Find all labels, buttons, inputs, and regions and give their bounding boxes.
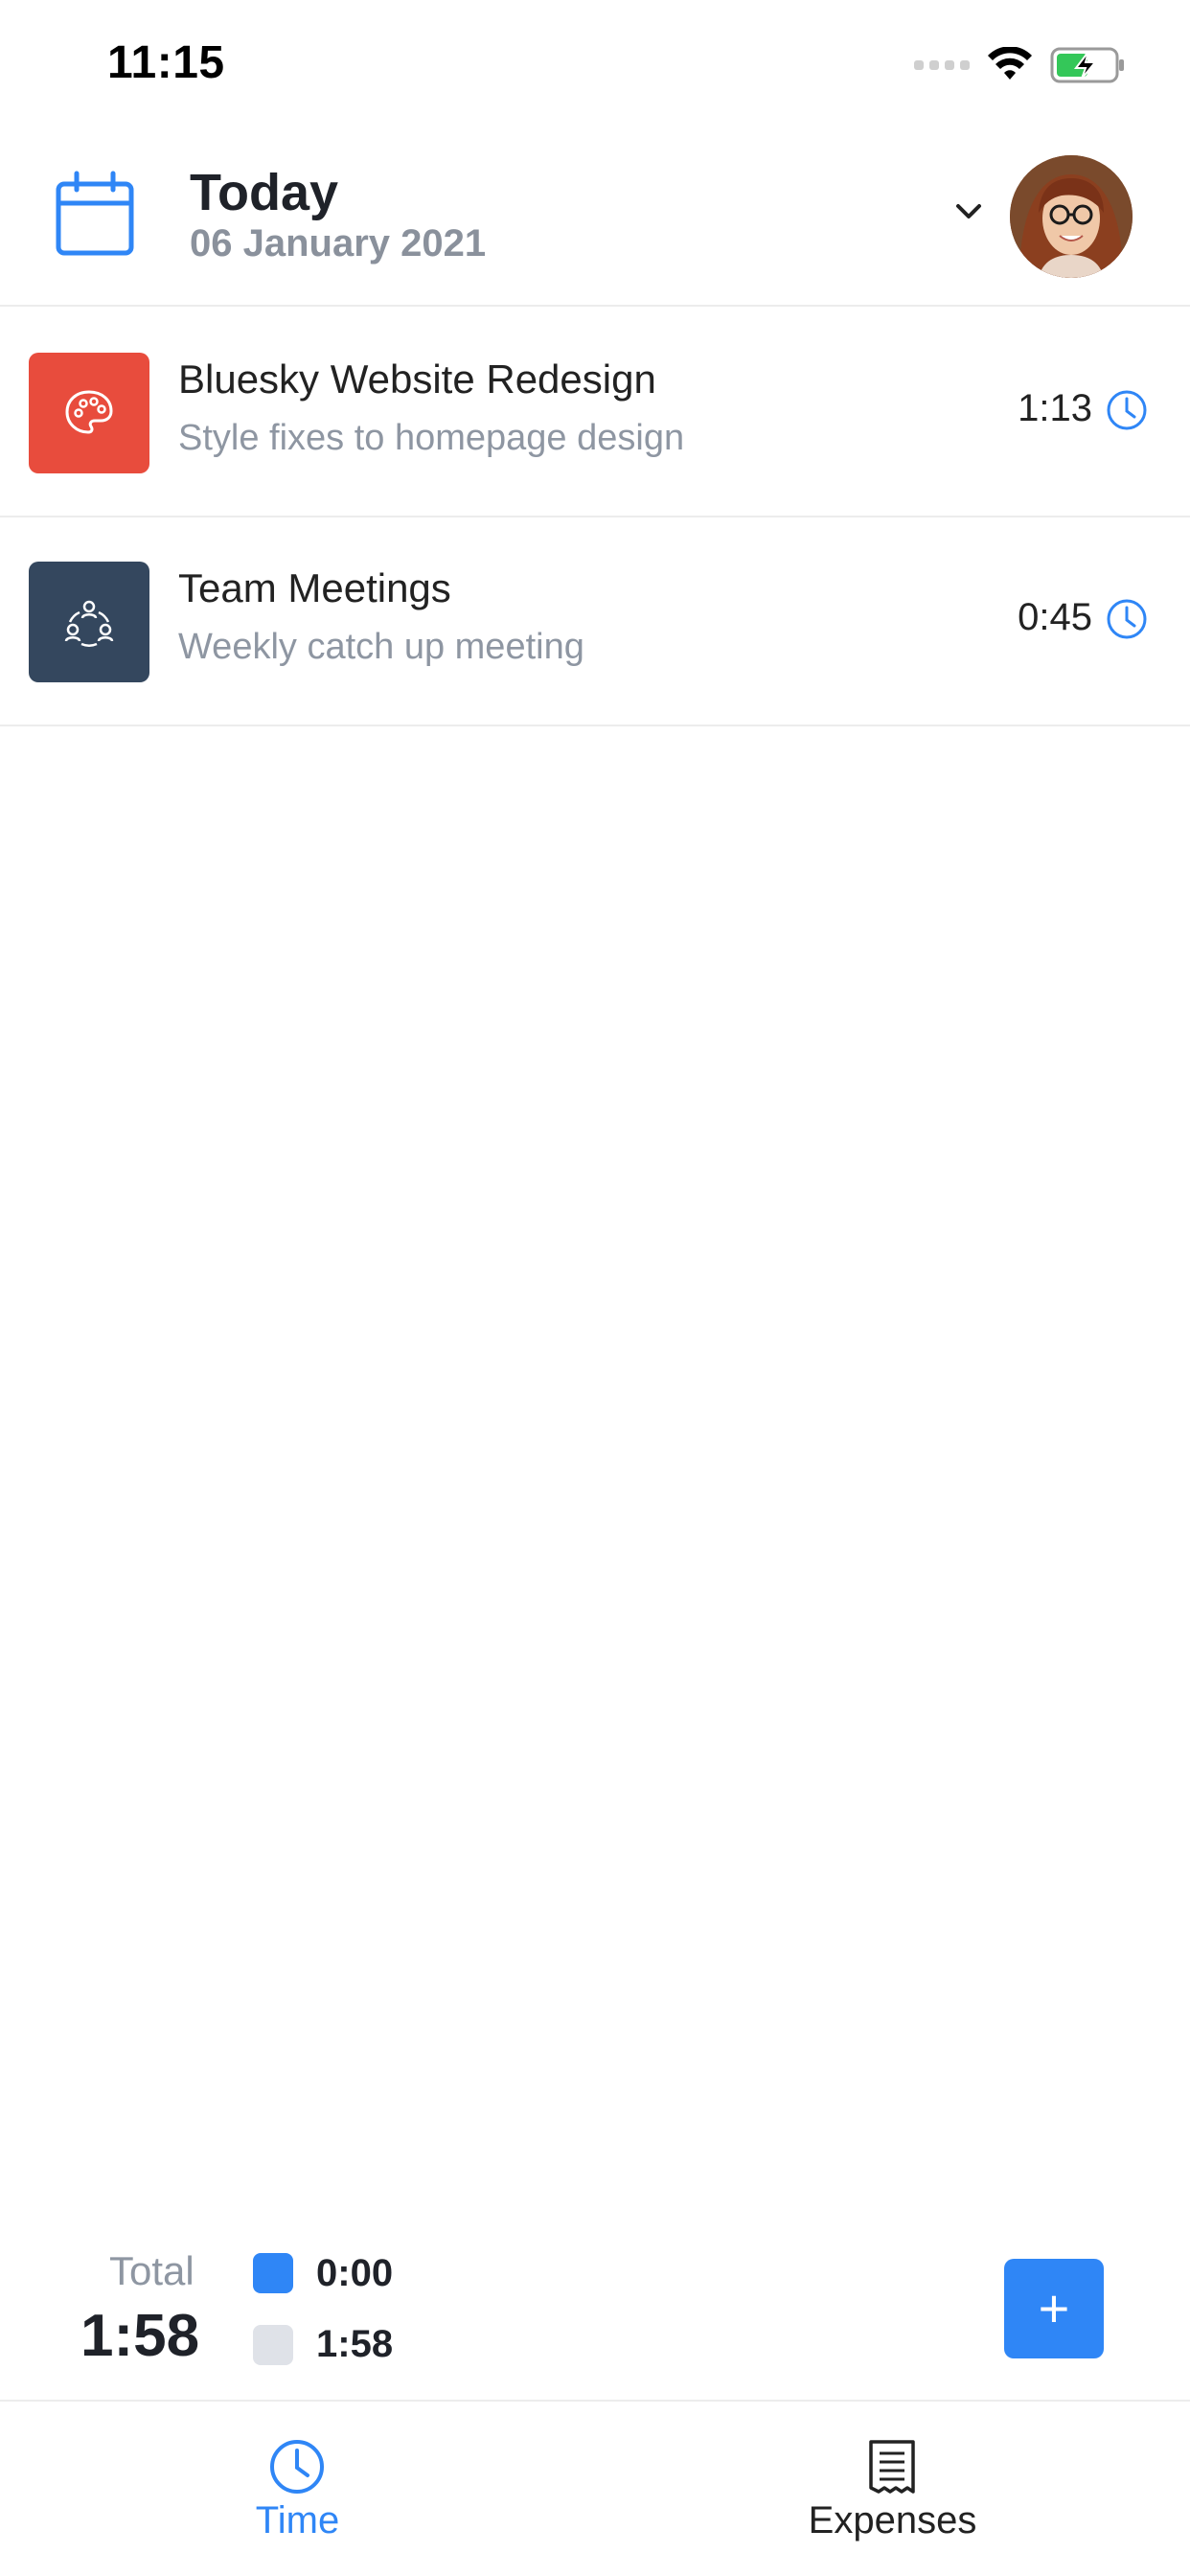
total-label: Total <box>109 2248 195 2293</box>
entry-duration: 0:45 <box>1018 596 1092 638</box>
status-time: 11:15 <box>107 37 225 88</box>
tab-label: Time <box>255 2499 340 2542</box>
entry-title: Team Meetings <box>178 565 451 610</box>
tab-label: Expenses <box>808 2499 977 2542</box>
entry-description: Weekly catch up meeting <box>178 627 584 667</box>
entry-duration: 1:13 <box>1018 387 1092 429</box>
receipt-icon <box>869 2440 915 2494</box>
avatar[interactable] <box>1010 155 1133 278</box>
palette-icon <box>29 353 149 473</box>
tab-expenses[interactable]: Expenses <box>595 2404 1190 2576</box>
legend-swatch-non-billable <box>253 2325 293 2365</box>
legend-swatch-billable <box>253 2253 293 2293</box>
entry-title: Bluesky Website Redesign <box>178 356 656 402</box>
tab-bar: Time Expenses <box>0 2404 1190 2576</box>
battery-charging-icon <box>1050 47 1124 83</box>
entry-description: Style fixes to homepage design <box>178 418 685 458</box>
clock-icon <box>270 2440 324 2494</box>
daily-summary: Total 1:58 0:00 1:58 + <box>0 2223 1190 2402</box>
selected-date[interactable]: 06 January 2021 <box>190 222 486 265</box>
screen: 11:15 Today 06 January 2021 Bluesky Webs… <box>0 0 1190 2576</box>
legend-value-non-billable: 1:58 <box>316 2323 394 2365</box>
date-header: Today 06 January 2021 <box>0 134 1190 307</box>
status-icons <box>914 42 1127 88</box>
list-item[interactable]: Team Meetings Weekly catch up meeting 0:… <box>0 518 1190 726</box>
add-entry-button[interactable]: + <box>1004 2259 1104 2358</box>
status-bar: 11:15 <box>0 0 1190 134</box>
team-icon <box>29 562 149 682</box>
tab-time[interactable]: Time <box>0 2404 595 2576</box>
wifi-icon <box>988 47 1032 80</box>
list-item[interactable]: Bluesky Website Redesign Style fixes to … <box>0 309 1190 518</box>
cellular-signal-icon <box>914 60 970 70</box>
legend-value-billable: 0:00 <box>316 2252 394 2294</box>
calendar-icon[interactable] <box>56 171 134 257</box>
clock-icon[interactable] <box>1106 598 1148 640</box>
page-title: Today <box>190 164 339 221</box>
chevron-down-icon[interactable] <box>952 196 985 228</box>
total-value: 1:58 <box>80 2303 200 2369</box>
clock-icon[interactable] <box>1106 389 1148 431</box>
